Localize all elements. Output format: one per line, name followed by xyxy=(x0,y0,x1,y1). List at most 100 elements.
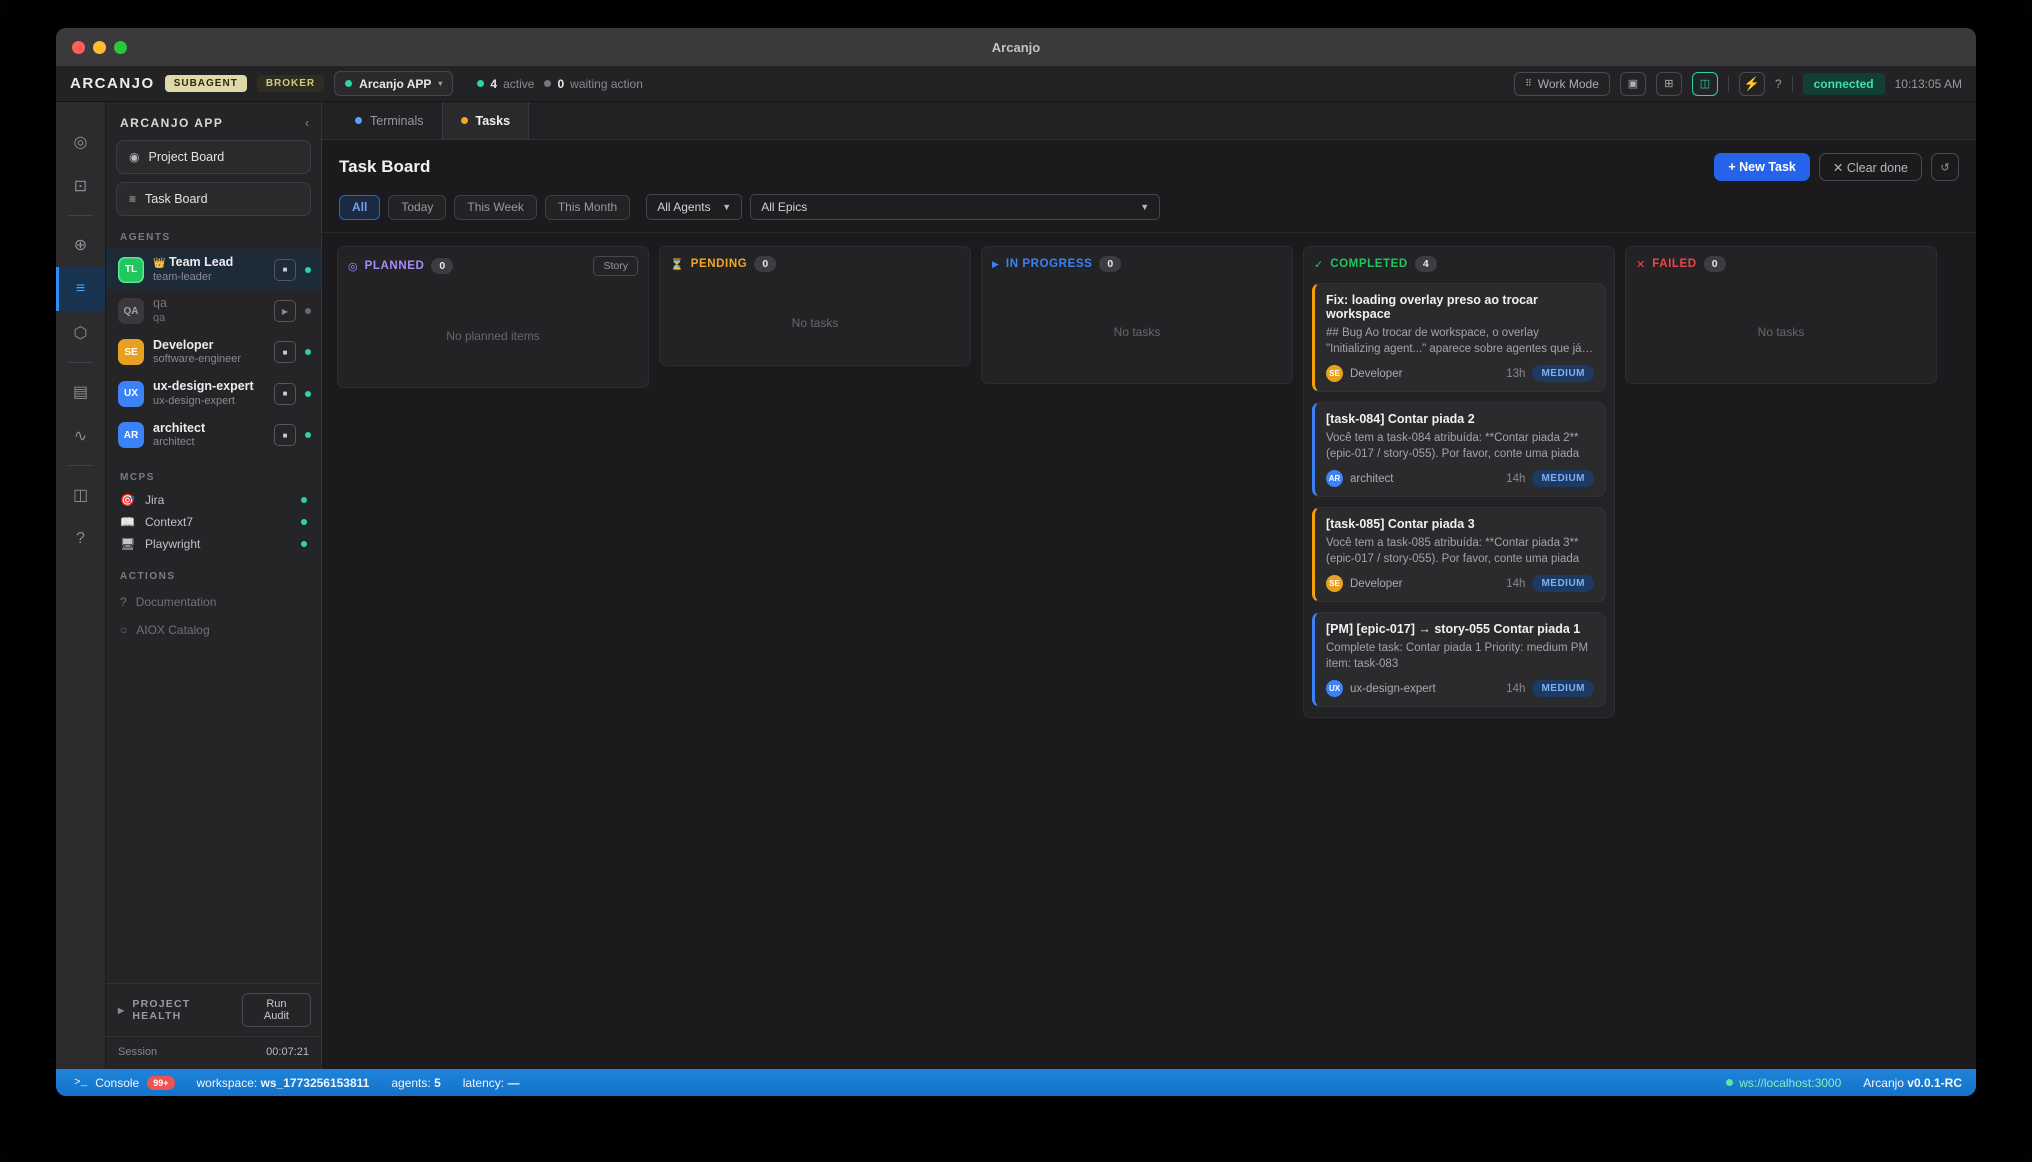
mcp-online-dot xyxy=(301,541,307,547)
console-unread-badge: 99+ xyxy=(147,1076,174,1090)
avatar: UX xyxy=(1326,680,1343,697)
avatar: SE xyxy=(118,339,144,365)
sidebar-item-task-board[interactable]: ≡ Task Board xyxy=(116,182,311,216)
epic-filter-select[interactable]: All Epics ▼ xyxy=(750,194,1160,220)
tab-terminals[interactable]: Terminals xyxy=(337,102,442,139)
filter-this-week[interactable]: This Week xyxy=(454,195,536,220)
column-planned: ◎ PLANNED 0 Story No planned items xyxy=(337,246,649,388)
app-selector-dropdown[interactable]: Arcanjo APP ▾ xyxy=(334,71,453,96)
app-version: Arcanjo v0.0.1-RC xyxy=(1863,1076,1962,1090)
avatar: AR xyxy=(118,422,144,448)
avatar: SE xyxy=(1326,365,1343,382)
task-card[interactable]: [task-085] Contar piada 3 Você tem a tas… xyxy=(1312,507,1606,602)
task-card[interactable]: Fix: loading overlay preso ao trocar wor… xyxy=(1312,283,1606,392)
rail-hexagon-icon[interactable]: ⬡ xyxy=(56,311,105,355)
circle-icon: ○ xyxy=(120,623,127,637)
minimize-window-button[interactable] xyxy=(93,41,106,54)
window-title: Arcanjo xyxy=(992,40,1040,55)
rail-add-icon[interactable]: ⊕ xyxy=(56,223,105,267)
console-toggle[interactable]: >_ Console 99+ xyxy=(74,1076,175,1090)
grid-dots-icon: ⠿ xyxy=(1525,78,1532,89)
chevron-down-icon: ▾ xyxy=(438,79,442,88)
rail-target-icon[interactable]: ◎ xyxy=(56,120,105,164)
mcp-item-context7[interactable]: 📖 Context7 xyxy=(106,511,321,533)
clear-done-button[interactable]: ✕ Clear done xyxy=(1819,153,1922,181)
terminal-prompt-icon: >_ xyxy=(74,1077,87,1089)
sidebar-title: ARCANJO APP xyxy=(120,116,223,130)
crown-icon: 👑 xyxy=(153,258,165,269)
session-row: Session 00:07:21 xyxy=(106,1036,321,1069)
active-dot xyxy=(477,80,484,87)
project-health-toggle[interactable]: ▶ PROJECT HEALTH xyxy=(118,998,242,1022)
tab-tasks[interactable]: Tasks xyxy=(442,102,530,139)
tab-bar: Terminals Tasks xyxy=(322,102,1976,140)
agent-row-architect[interactable]: AR architect architect ■ xyxy=(106,415,321,456)
stop-agent-button[interactable]: ■ xyxy=(274,259,296,281)
agent-row-team-lead[interactable]: TL 👑 Team Lead team-leader ■ xyxy=(106,249,321,290)
priority-badge: MEDIUM xyxy=(1532,575,1594,592)
sidebar-collapse-icon[interactable]: ‹ xyxy=(305,116,309,130)
stop-agent-button[interactable]: ■ xyxy=(274,424,296,446)
filter-today[interactable]: Today xyxy=(388,195,446,220)
action-aiox-catalog[interactable]: ○ AIOX Catalog xyxy=(106,616,321,644)
priority-badge: MEDIUM xyxy=(1532,365,1594,382)
rail-panel-icon[interactable]: ⊡ xyxy=(56,164,105,208)
agent-row-qa[interactable]: QA qa qa ▶ xyxy=(106,290,321,331)
task-card[interactable]: [task-084] Contar piada 2 Você tem a tas… xyxy=(1312,402,1606,497)
filter-this-month[interactable]: This Month xyxy=(545,195,630,220)
pending-empty-state: No tasks xyxy=(660,281,970,365)
action-documentation[interactable]: ? Documentation xyxy=(106,588,321,616)
layout-single-button[interactable]: ▣ xyxy=(1620,72,1646,96)
terminals-dot xyxy=(355,117,362,124)
agent-online-dot xyxy=(305,267,311,273)
rail-columns-icon[interactable]: ◫ xyxy=(56,473,105,517)
lightning-icon: ⚡ xyxy=(1744,76,1760,92)
layout-split-button[interactable]: ◫ xyxy=(1692,72,1718,96)
quick-actions-button[interactable]: ⚡ xyxy=(1739,72,1765,96)
mcp-item-playwright[interactable]: 🖥 Playwright xyxy=(106,533,321,555)
task-card[interactable]: [PM] [epic-017] → story-055 Contar piada… xyxy=(1312,612,1606,707)
broker-badge: BROKER xyxy=(257,75,324,92)
zoom-window-button[interactable] xyxy=(114,41,127,54)
agent-online-dot xyxy=(305,349,311,355)
page-title: Task Board xyxy=(339,157,1714,177)
refresh-button[interactable]: ↺ xyxy=(1931,153,1959,181)
rail-task-list-icon[interactable]: ≡ xyxy=(56,267,105,311)
app-status-dot xyxy=(345,80,352,87)
filter-bar: All Today This Week This Month All Agent… xyxy=(322,190,1976,233)
rail-wave-icon[interactable]: ∿ xyxy=(56,414,105,458)
sidebar-item-project-board[interactable]: ◉ Project Board xyxy=(116,140,311,174)
stop-agent-button[interactable]: ■ xyxy=(274,341,296,363)
agent-filter-select[interactable]: All Agents ▼ xyxy=(646,194,742,220)
story-chip-button[interactable]: Story xyxy=(593,256,638,276)
column-in-progress: ▶ IN PROGRESS 0 No tasks xyxy=(981,246,1293,384)
avatar: QA xyxy=(118,298,144,324)
active-agents-stat: 4active xyxy=(477,77,534,91)
avatar: UX xyxy=(118,381,144,407)
failed-empty-state: No tasks xyxy=(1626,281,1936,383)
run-audit-button[interactable]: Run Audit xyxy=(242,993,311,1027)
filter-all[interactable]: All xyxy=(339,195,380,220)
rail-help-icon[interactable]: ? xyxy=(56,517,105,561)
icon-rail: ◎ ⊡ ⊕ ≡ ⬡ ▤ ∿ ◫ ? xyxy=(56,102,106,1069)
layout-grid-button[interactable]: ⊞ xyxy=(1656,72,1682,96)
avatar: AR xyxy=(1326,470,1343,487)
subagent-badge: SUBAGENT xyxy=(165,75,247,92)
help-button[interactable]: ? xyxy=(1775,77,1782,91)
rail-rows-icon[interactable]: ▤ xyxy=(56,370,105,414)
avatar: TL xyxy=(118,257,144,283)
agent-online-dot xyxy=(305,391,311,397)
mcp-item-jira[interactable]: 🎯 Jira xyxy=(106,489,321,511)
column-failed: ✕ FAILED 0 No tasks xyxy=(1625,246,1937,384)
agent-row-developer[interactable]: SE Developer software-engineer ■ xyxy=(106,332,321,373)
tasks-dot xyxy=(461,117,468,124)
work-mode-button[interactable]: ⠿ Work Mode xyxy=(1514,72,1610,96)
layout-single-icon: ▣ xyxy=(1628,77,1638,90)
close-window-button[interactable] xyxy=(72,41,85,54)
new-task-button[interactable]: + New Task xyxy=(1714,153,1810,181)
stop-agent-button[interactable]: ■ xyxy=(274,383,296,405)
start-agent-button[interactable]: ▶ xyxy=(274,300,296,322)
mcps-heading: MCPS xyxy=(120,472,307,483)
app-window: Arcanjo ARCANJO SUBAGENT BROKER Arcanjo … xyxy=(56,28,1976,1096)
agent-row-ux-design-expert[interactable]: UX ux-design-expert ux-design-expert ■ xyxy=(106,373,321,414)
